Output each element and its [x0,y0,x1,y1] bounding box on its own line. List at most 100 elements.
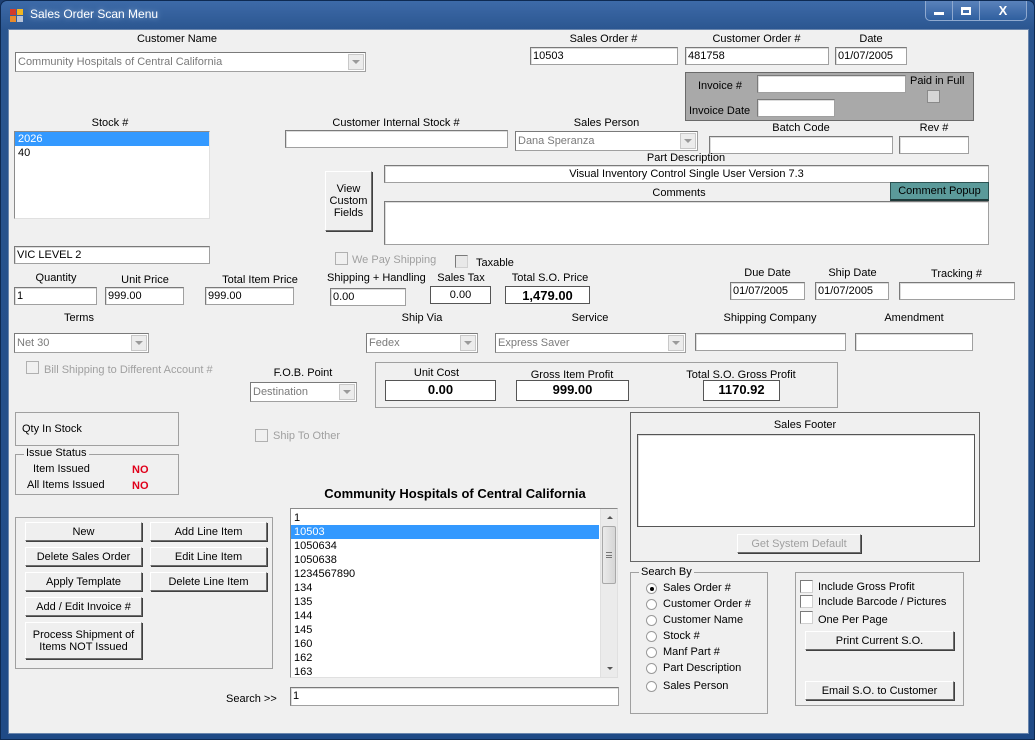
part-description-field[interactable]: Visual Inventory Control Single User Ver… [384,165,989,183]
order-list-item[interactable]: 134 [291,581,599,595]
sales-order-field[interactable]: 10503 [530,47,678,65]
total-item-price-field[interactable]: 999.00 [205,287,294,305]
unit-cost-field[interactable]: 0.00 [385,380,496,401]
order-list-item[interactable]: 144 [291,609,599,623]
customer-name-combo[interactable]: Community Hospitals of Central Californi… [15,52,366,72]
scroll-thumb[interactable] [602,526,616,584]
search-by-radio[interactable] [646,647,657,658]
search-input[interactable]: 1 [290,687,619,706]
terms-combo[interactable]: Net 30 [14,333,149,353]
customer-order-field[interactable]: 481758 [685,47,829,65]
search-by-radio[interactable] [646,599,657,610]
order-list-item[interactable]: 1050638 [291,553,599,567]
search-by-radio[interactable] [646,663,657,674]
view-custom-fields-button[interactable]: View Custom Fields [325,171,372,231]
ship-via-label: Ship Via [401,312,443,324]
order-list-item[interactable]: 162 [291,651,599,665]
scroll-up-icon[interactable] [601,509,617,526]
sales-footer-field[interactable] [637,434,975,527]
chevron-down-icon[interactable] [680,133,696,149]
invoice-date-field[interactable] [757,99,835,117]
stock-list-item[interactable]: 40 [15,146,209,160]
search-by-radio[interactable] [646,583,657,594]
minimize-button[interactable] [926,1,953,20]
new-button[interactable]: New [25,522,142,541]
total-gross-profit-field[interactable]: 1170.92 [703,380,780,401]
title-bar[interactable]: Sales Order Scan Menu X [1,1,1034,29]
add-line-item-button[interactable]: Add Line Item [150,522,267,541]
maximize-button[interactable] [953,1,980,20]
chevron-down-icon[interactable] [668,335,684,351]
order-list-item-text: 1050634 [294,540,337,552]
get-system-default-button[interactable]: Get System Default [737,534,861,553]
delete-line-item-button[interactable]: Delete Line Item [150,572,267,591]
print-current-so-button[interactable]: Print Current S.O. [805,631,954,650]
edit-line-item-button[interactable]: Edit Line Item [150,547,267,566]
shipping-handling-field[interactable]: 0.00 [330,288,406,306]
amendment-field[interactable] [855,333,973,351]
order-list-item[interactable]: 1234567890 [291,567,599,581]
chevron-down-icon[interactable] [131,335,147,351]
invoice-number-field[interactable] [757,75,906,93]
form-client-area: Customer Name Community Hospitals of Cen… [8,29,1029,734]
close-button[interactable]: X [980,1,1026,20]
due-date-field[interactable]: 01/07/2005 [730,282,805,300]
order-list-item-text: 144 [294,610,313,622]
sales-person-combo[interactable]: Dana Speranza [515,131,698,151]
order-list[interactable]: 1 10503 1050634 1050638 1234567890 134 135 144 1… [290,508,618,678]
chevron-down-icon[interactable] [460,335,476,351]
taxable-checkbox[interactable] [455,255,468,268]
tracking-field[interactable] [899,282,1015,300]
we-pay-shipping-checkbox[interactable] [335,252,348,265]
customer-order-label: Customer Order # [712,33,801,45]
quantity-label: Quantity [35,272,77,284]
stock-list[interactable]: 2026 40 [14,131,210,219]
quantity-field[interactable]: 1 [14,287,97,305]
gross-item-profit-field[interactable]: 999.00 [516,380,629,401]
delete-sales-order-button[interactable]: Delete Sales Order [25,547,142,566]
ship-date-field[interactable]: 01/07/2005 [815,282,889,300]
search-by-option-label: Customer Name [663,614,744,626]
ship-via-combo[interactable]: Fedex [366,333,478,353]
chevron-down-icon[interactable] [339,384,355,400]
apply-template-button[interactable]: Apply Template [25,572,142,591]
process-shipment-button[interactable]: Process Shipment of Items NOT Issued [25,622,142,659]
fob-combo[interactable]: Destination [250,382,357,402]
stock-list-item[interactable]: 2026 [15,132,209,146]
bill-shipping-checkbox[interactable] [26,361,39,374]
sales-footer-label: Sales Footer [773,419,837,431]
search-by-radio[interactable] [646,615,657,626]
customer-internal-stock-field[interactable] [285,130,508,148]
order-list-item-text: 163 [294,666,313,678]
email-so-button[interactable]: Email S.O. to Customer [805,681,954,700]
service-combo[interactable]: Express Saver [495,333,686,353]
scroll-down-icon[interactable] [601,660,617,677]
comments-field[interactable] [384,201,989,245]
order-list-item[interactable]: 135 [291,595,599,609]
search-by-radio[interactable] [646,631,657,642]
paid-in-full-checkbox[interactable] [927,90,940,103]
ship-to-other-checkbox[interactable] [255,429,268,442]
order-list-item[interactable]: 160 [291,637,599,651]
stock-level-field[interactable]: VIC LEVEL 2 [14,246,210,264]
comment-popup-button[interactable]: Comment Popup [890,182,989,201]
tracking-label: Tracking # [931,268,982,280]
order-list-item[interactable]: 10503 [291,525,599,539]
date-field[interactable]: 01/07/2005 [835,47,907,65]
include-barcode-checkbox[interactable] [800,595,813,608]
add-edit-invoice-button[interactable]: Add / Edit Invoice # [25,597,142,616]
sales-tax-field[interactable]: 0.00 [430,286,491,304]
include-gross-profit-checkbox[interactable] [800,580,813,593]
unit-price-field[interactable]: 999.00 [105,287,184,305]
order-list-scrollbar[interactable] [600,509,617,677]
order-list-item[interactable]: 1050634 [291,539,599,553]
order-list-item[interactable]: 163 [291,665,599,678]
chevron-down-icon[interactable] [348,54,364,70]
order-list-item[interactable]: 1 [291,511,599,525]
shipping-company-field[interactable] [695,333,846,351]
order-list-item[interactable]: 145 [291,623,599,637]
part-description-label: Part Description [646,152,726,164]
search-by-radio[interactable] [646,681,657,692]
one-per-page-checkbox[interactable] [800,611,813,624]
total-so-price-field[interactable]: 1,479.00 [505,286,590,304]
